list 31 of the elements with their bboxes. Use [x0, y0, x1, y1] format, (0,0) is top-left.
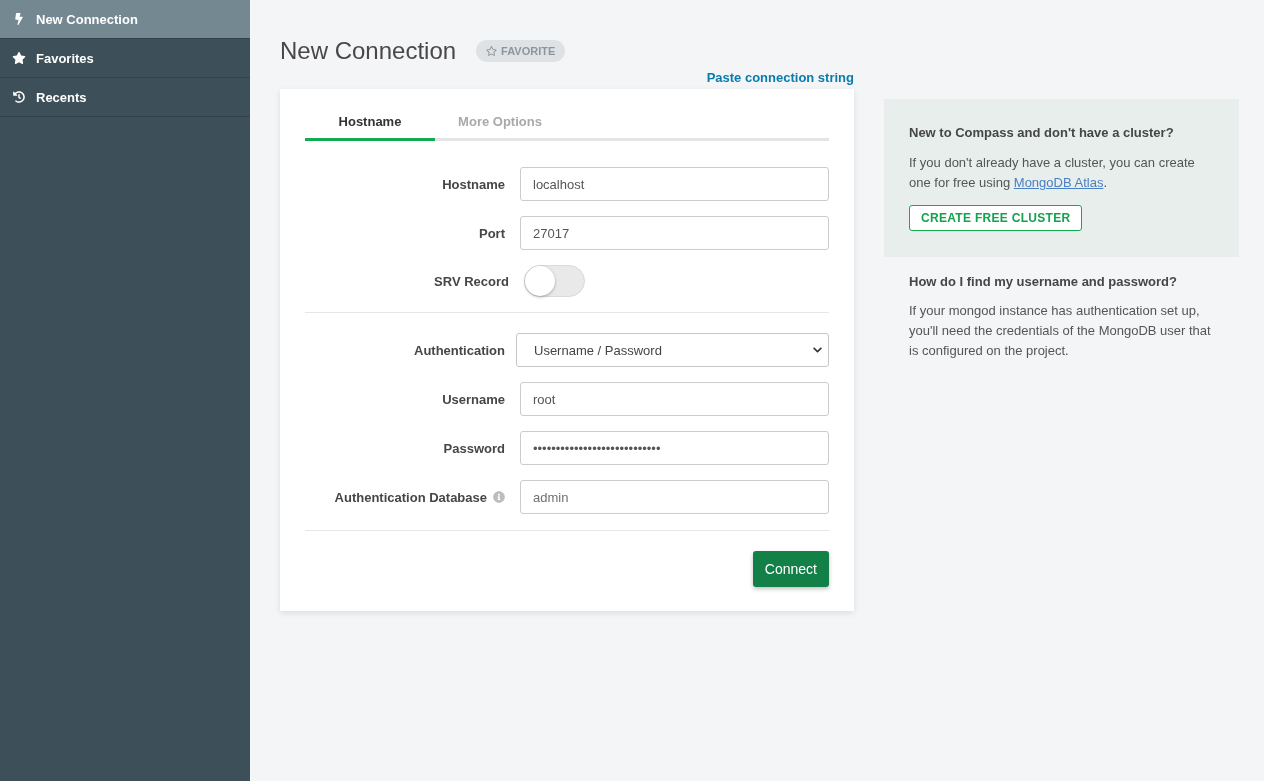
text-input[interactable]: 27017	[520, 216, 829, 250]
field-label: SRV Record	[434, 273, 509, 289]
field-label: Username	[442, 391, 505, 407]
help-text: If you don't already have a cluster, you can create one for free using MongoDB Atlas.	[909, 154, 1196, 192]
text-input[interactable]: ••••••••••••••••••••••••••••	[520, 431, 829, 465]
field-label: Port	[479, 225, 505, 241]
field-label: Password	[443, 440, 505, 456]
field-label: Hostname	[442, 176, 505, 192]
text-input[interactable]: admin	[520, 480, 829, 514]
info-icon[interactable]	[493, 491, 505, 503]
connect-button[interactable]: Connect	[752, 551, 829, 587]
chevron-down-icon	[813, 345, 822, 355]
field-label: Authentication	[414, 342, 505, 358]
dropdown-select[interactable]: Username / Password	[516, 333, 829, 367]
star-icon	[12, 52, 26, 64]
history-icon	[13, 91, 25, 103]
tab[interactable]: Hostname	[305, 109, 435, 141]
help-text: If your mongod instance has authentication set up, you'll need the credentials of the MongoDB user that is configured on the project.	[909, 302, 1212, 360]
sidebar-item[interactable]: Favorites	[0, 39, 250, 78]
star-outline-icon	[486, 46, 498, 56]
page-title: New Connection	[280, 36, 457, 66]
text-input[interactable]: root	[520, 382, 829, 416]
paste-connection-link[interactable]: Paste connection string	[706, 70, 854, 86]
help-heading: How do I find my username and password?	[909, 273, 1178, 291]
toggle-switch[interactable]	[524, 265, 585, 297]
text-input[interactable]: localhost	[520, 167, 829, 201]
sidebar-item[interactable]: Recents	[0, 78, 250, 117]
help-heading: New to Compass and don't have a cluster?	[909, 124, 1175, 142]
sidebar-item[interactable]: New Connection	[0, 0, 250, 39]
lightning-bolt-icon	[15, 13, 23, 25]
field-label: Authentication Database	[334, 489, 487, 505]
